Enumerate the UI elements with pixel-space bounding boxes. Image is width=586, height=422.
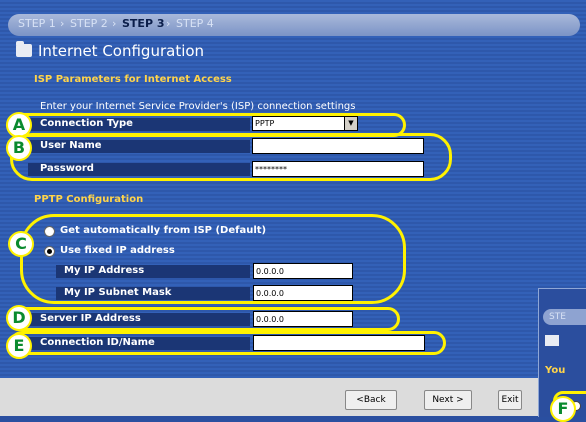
callout-c-badge: C <box>8 231 34 257</box>
isp-instructions: Enter your Internet Service Provider's (… <box>40 101 356 112</box>
step-3-label: STEP 3 <box>122 17 165 30</box>
step-separator: › <box>112 17 117 30</box>
inset-section-text: You <box>545 365 566 376</box>
inset-step-indicator: STE <box>543 309 586 325</box>
callout-d-outline <box>10 307 400 331</box>
callout-e-outline <box>10 331 446 355</box>
callout-f-badge: F <box>550 396 576 422</box>
wizard-panel: STEP 1 › STEP 2 › STEP 3 › STEP 4 Intern… <box>0 0 586 422</box>
step-indicator: STEP 1 › STEP 2 › STEP 3 › STEP 4 <box>8 14 580 36</box>
folder-icon <box>16 41 32 57</box>
callout-e-badge: E <box>6 333 32 359</box>
callout-b-badge: B <box>6 135 32 161</box>
step-2-label: STEP 2 <box>70 17 108 30</box>
callout-c-outline <box>20 214 406 304</box>
back-button[interactable]: <Back <box>345 390 397 410</box>
page-title: Internet Configuration <box>38 42 205 60</box>
callout-d-badge: D <box>6 305 32 331</box>
step-4-label: STEP 4 <box>176 17 214 30</box>
isp-section-title: ISP Parameters for Internet Access <box>34 74 232 85</box>
callout-b-outline <box>10 133 452 181</box>
step-separator: › <box>60 17 65 30</box>
step-separator: › <box>166 17 171 30</box>
exit-button[interactable]: Exit <box>498 390 522 410</box>
folder-icon <box>545 335 559 346</box>
step-1-label: STEP 1 <box>18 17 56 30</box>
next-button[interactable]: Next > <box>424 390 472 410</box>
pptp-section-title: PPTP Configuration <box>34 194 144 205</box>
